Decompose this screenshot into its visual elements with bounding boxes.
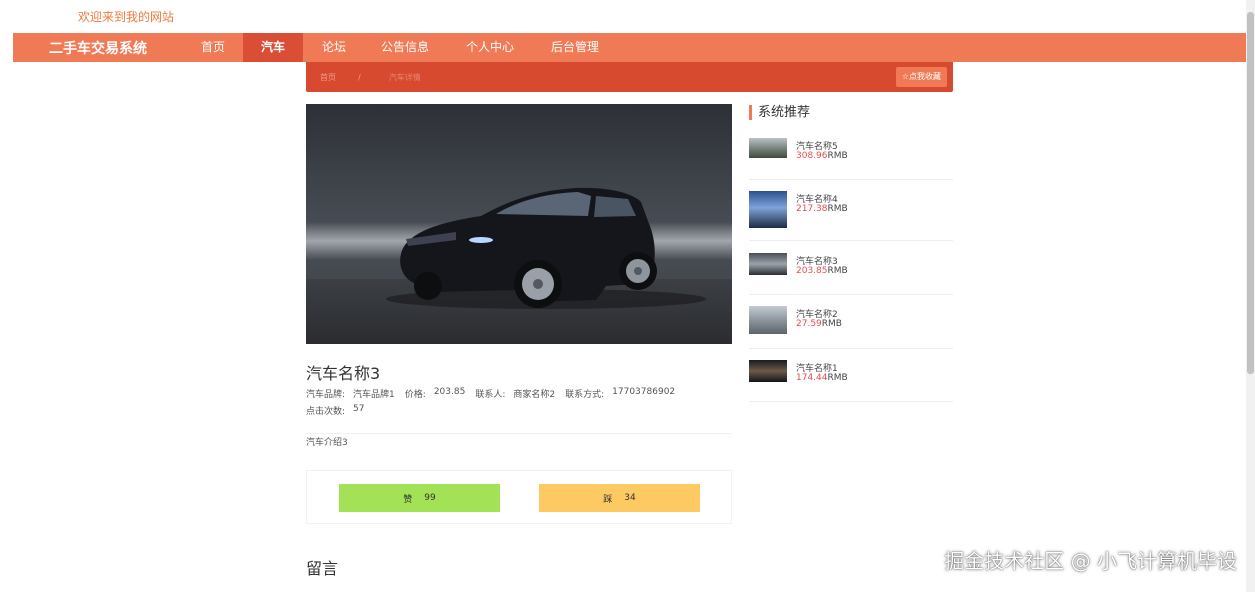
recommend-item[interactable]: 汽车名称1 174.44RMB: [749, 349, 953, 402]
phone-label: 联系方式:: [565, 390, 605, 400]
recommend-price: 308.96RMB: [796, 151, 848, 161]
recommend-thumbnail[interactable]: [749, 138, 787, 158]
recommend-item[interactable]: 汽车名称5 308.96RMB: [749, 126, 953, 180]
recommend-item[interactable]: 汽车名称4 217.38RMB: [749, 180, 953, 241]
recommend-price-value: 27.59: [796, 319, 822, 329]
recommend-currency: RMB: [827, 373, 848, 383]
nav-item-home[interactable]: 首页: [183, 33, 243, 62]
dislike-label: 踩: [603, 494, 613, 505]
recommend-price: 174.44RMB: [796, 373, 848, 383]
recommend-thumbnail[interactable]: [749, 253, 787, 275]
car-title: 汽车名称3: [306, 364, 381, 383]
recommend-currency: RMB: [827, 266, 848, 276]
recommend-price: 203.85RMB: [796, 266, 848, 276]
recommend-price-value: 308.96: [796, 151, 828, 161]
like-label: 赞: [403, 494, 413, 505]
recommend-thumbnail[interactable]: [749, 306, 787, 334]
recommend-thumbnail[interactable]: [749, 360, 787, 382]
clicks-value: 57: [353, 404, 365, 414]
recommend-price: 217.38RMB: [796, 204, 848, 214]
divider: [306, 433, 732, 434]
recommend-price: 27.59RMB: [796, 319, 842, 329]
recommend-item[interactable]: 汽车名称3 203.85RMB: [749, 241, 953, 295]
like-count: 99: [424, 493, 436, 503]
nav-item-admin[interactable]: 后台管理: [535, 33, 615, 62]
comments-title: 留言: [306, 559, 339, 578]
car-info-row: 汽车品牌: 汽车品牌1 价格: 203.85 联系人: 商家名称2 联系方式: …: [306, 387, 685, 400]
page-scrollbar[interactable]: [1246, 0, 1255, 592]
clicks-label: 点击次数:: [306, 407, 346, 417]
recommend-currency: RMB: [821, 319, 842, 329]
site-brand[interactable]: 二手车交易系统: [13, 38, 183, 58]
price-label: 价格:: [404, 390, 426, 400]
breadcrumb: 首页 / 汽车详情 ☆点我收藏: [306, 62, 953, 92]
nav-item-forum[interactable]: 论坛: [303, 33, 365, 62]
favorite-button[interactable]: ☆点我收藏: [895, 67, 947, 87]
dislike-button[interactable]: 踩 34: [539, 484, 700, 512]
car-clicks-row: 点击次数: 57: [306, 404, 375, 417]
dislike-count: 34: [624, 493, 636, 503]
nav-item-announcements[interactable]: 公告信息: [365, 33, 445, 62]
car-illustration: [386, 187, 706, 309]
scrollbar-thumb[interactable]: [1247, 12, 1254, 374]
welcome-text: 欢迎来到我的网站: [78, 10, 175, 24]
main-navbar: 二手车交易系统 首页 汽车 论坛 公告信息 个人中心 后台管理: [13, 33, 1246, 62]
nav-item-cars[interactable]: 汽车: [243, 33, 303, 62]
breadcrumb-separator: /: [358, 72, 361, 82]
brand-value: 汽车品牌1: [353, 390, 395, 400]
recommend-thumbnail[interactable]: [749, 191, 787, 228]
vote-panel: 赞 99 踩 34: [306, 470, 732, 524]
nav-item-profile[interactable]: 个人中心: [445, 33, 535, 62]
breadcrumb-current: 汽车详情: [388, 72, 421, 82]
recommend-price-value: 174.44: [796, 373, 828, 383]
recommend-item[interactable]: 汽车名称2 27.59RMB: [749, 295, 953, 349]
contact-value: 商家名称2: [513, 390, 556, 400]
recommend-currency: RMB: [827, 151, 848, 161]
contact-label: 联系人:: [475, 390, 506, 400]
watermark: 掘金技术社区 @ 小飞计算机毕设: [944, 549, 1237, 573]
brand-label: 汽车品牌:: [306, 390, 346, 400]
car-main-image: [306, 104, 732, 344]
recommend-title: 系统推荐: [749, 105, 810, 120]
breadcrumb-home[interactable]: 首页: [320, 72, 336, 83]
recommend-price-value: 203.85: [796, 266, 828, 276]
price-value: 203.85: [433, 387, 466, 397]
car-intro: 汽车介绍3: [306, 438, 348, 448]
recommend-price-value: 217.38: [796, 204, 828, 214]
phone-value: 17703786902: [612, 387, 676, 397]
recommend-currency: RMB: [827, 204, 848, 214]
like-button[interactable]: 赞 99: [339, 484, 500, 512]
